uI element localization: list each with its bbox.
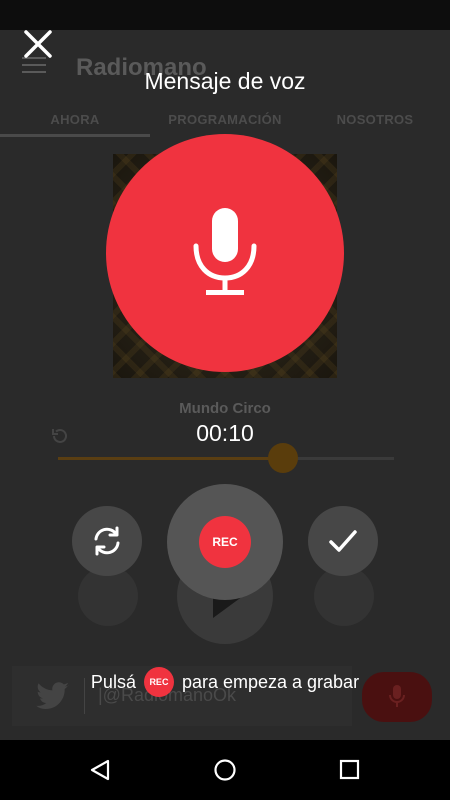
check-icon: [329, 530, 357, 552]
confirm-button[interactable]: [308, 506, 378, 576]
hint-text-after: para empeza a grabar: [181, 671, 360, 692]
reset-icon: [94, 526, 120, 556]
reset-button[interactable]: [72, 506, 142, 576]
status-bar: [0, 0, 450, 30]
microphone-icon: [193, 208, 257, 295]
recording-timer: 00:10: [196, 420, 254, 446]
record-button[interactable]: REC: [167, 484, 283, 600]
close-icon[interactable]: [18, 24, 58, 64]
recording-hint: Pulsá REC para empeza a grabar: [0, 666, 450, 698]
home-icon[interactable]: [213, 758, 237, 782]
rec-badge: REC: [143, 667, 174, 697]
navigation-bar: [0, 740, 450, 800]
recents-icon[interactable]: [339, 759, 360, 780]
overlay-title: Mensaje de voz: [144, 68, 306, 94]
record-circle[interactable]: [106, 134, 344, 372]
back-icon[interactable]: [89, 759, 111, 781]
rec-label: REC: [199, 516, 251, 568]
hint-text-before: Pulsá: [90, 671, 136, 692]
voice-message-overlay: Mensaje de voz 00:10 REC Pulsá REC para …: [0, 30, 450, 740]
